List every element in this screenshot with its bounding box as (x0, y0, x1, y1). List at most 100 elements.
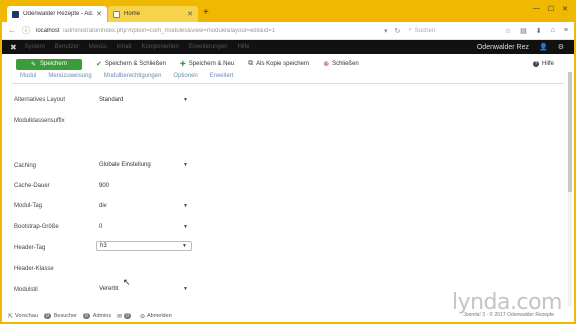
menu-help[interactable]: Hilfe (238, 44, 250, 50)
preview-link[interactable]: ⇱ Vorschau (8, 313, 38, 320)
save-new-label: Speichern & Neu (188, 61, 235, 67)
joomla-logo-icon[interactable]: ✖ (10, 43, 17, 52)
envelope-icon: ✉ (117, 313, 123, 320)
caret-down-icon: ▼ (183, 97, 188, 103)
admins-indicator: 0 Admins (83, 313, 111, 319)
caret-down-icon: ▼ (183, 162, 188, 168)
menu-components[interactable]: Komponenten (141, 44, 178, 50)
info-icon[interactable]: ⓘ (22, 25, 30, 36)
module-tag-select[interactable]: div ▼ (96, 201, 192, 211)
caret-down-icon: ▼ (183, 224, 188, 230)
save-copy-label: Als Kopie speichern (256, 61, 310, 67)
menu-users[interactable]: Benutzer (55, 44, 79, 50)
close-tab-icon[interactable]: ✕ (96, 10, 102, 18)
browser-tab-home[interactable]: Home ✕ (108, 6, 198, 22)
help-label: Hilfe (541, 61, 554, 67)
cache-time-label: Cache-Dauer (14, 183, 50, 189)
visitors-indicator: 0 Besucher (43, 313, 77, 319)
header-tag-select[interactable]: h3 ▼ (96, 241, 192, 251)
tab-advanced[interactable]: Erweitert (210, 73, 234, 83)
alt-layout-select[interactable]: Standard ▼ (96, 95, 192, 105)
module-style-label: Modulstil (14, 287, 38, 293)
caret-down-icon: ▼ (182, 243, 187, 249)
save-copy-button[interactable]: ⧉ Als Kopie speichern (248, 60, 309, 68)
url-tools: ▾ ↻ (384, 27, 400, 35)
minimize-icon[interactable]: — (533, 5, 540, 13)
gear-icon[interactable]: ⚙ (558, 43, 564, 51)
external-link-icon: ⇱ (8, 313, 14, 320)
new-tab-button[interactable]: + (203, 8, 209, 18)
window-controls: — ☐ ✕ (533, 5, 568, 13)
header-class-label: Header-Klasse (14, 266, 54, 272)
tab-menu-assignment[interactable]: Menüzuweisung (48, 73, 91, 83)
back-icon[interactable]: ← (8, 26, 16, 35)
module-style-select[interactable]: Vererbt ▼ (96, 284, 192, 294)
logout-link[interactable]: ⊖ Abmelden (140, 313, 172, 320)
mouse-cursor-icon: ↖ (123, 277, 131, 287)
url-field[interactable]: localhost /administrator/index.php?optio… (36, 28, 376, 34)
module-style-value: Vererbt (99, 286, 119, 292)
question-icon: ? (532, 61, 539, 67)
maximize-icon[interactable]: ☐ (548, 5, 554, 13)
bootstrap-size-value: 0 (99, 224, 103, 230)
browser-tab-active[interactable]: Odenwalder Rezepte - Ad... ✕ (7, 6, 107, 22)
header-tag-label: Header-Tag (14, 245, 46, 251)
cancel-icon: ⊗ (323, 61, 330, 68)
caching-value: Globale Einstellung (99, 162, 151, 168)
caching-select[interactable]: Globale Einstellung ▼ (96, 160, 192, 170)
save-close-button[interactable]: ✔ Speichern & Schließen (96, 60, 166, 68)
url-host: localhost (36, 27, 60, 34)
close-button[interactable]: ⊗ Schließen (323, 60, 359, 68)
menu-system[interactable]: System (25, 44, 45, 50)
admin-menu: System Benutzer Menüs Inhalt Komponenten… (25, 44, 250, 50)
plus-icon: ✚ (179, 61, 186, 68)
tab-module-permissions[interactable]: Modulberechtigungen (104, 73, 162, 83)
joomla-navbar: ✖ System Benutzer Menüs Inhalt Komponent… (2, 40, 574, 54)
search-input[interactable]: ⌕ Suchen (408, 26, 498, 36)
visitors-label: Besucher (53, 313, 77, 319)
page-favicon-icon (113, 10, 120, 18)
page-scrollbar[interactable] (568, 72, 572, 307)
header-tag-value: h3 (100, 243, 107, 249)
help-button[interactable]: ? Hilfe (532, 61, 554, 67)
scrollbar-thumb[interactable] (568, 72, 572, 192)
close-window-icon[interactable]: ✕ (562, 5, 568, 13)
download-icon[interactable]: ⬇ (536, 27, 542, 35)
site-name-link[interactable]: Odenwalder Rez (477, 44, 529, 51)
tab-module[interactable]: Modul (20, 73, 36, 83)
user-icon[interactable]: 👤 (539, 43, 548, 51)
messages-indicator[interactable]: ✉ 0 (117, 313, 134, 320)
module-tag-value: div (99, 203, 107, 209)
bootstrap-size-select[interactable]: 0 ▼ (96, 222, 192, 232)
reload-icon[interactable]: ↻ (395, 27, 401, 35)
visitors-count: 0 (43, 313, 51, 319)
logout-label: Abmelden (146, 313, 172, 319)
save-label: Speichern (40, 61, 68, 67)
caret-down-icon: ▼ (183, 203, 188, 209)
action-toolbar: ✎ Speichern ✔ Speichern & Schließen ✚ Sp… (2, 56, 574, 72)
cache-time-field[interactable]: 900 (99, 183, 109, 189)
admins-count: 0 (83, 313, 90, 319)
messages-count: 0 (124, 313, 131, 319)
lynda-watermark: lynda.com (451, 290, 563, 315)
menu-icon[interactable]: ≡ (564, 27, 568, 35)
url-path: /administrator/index.php?option=com_modu… (62, 27, 276, 34)
bootstrap-size-label: Bootstrap-Größe (14, 224, 59, 230)
reader-icon[interactable]: ▤ (520, 27, 527, 35)
home-icon[interactable]: ⌂ (551, 27, 555, 35)
save-new-button[interactable]: ✚ Speichern & Neu (180, 60, 234, 68)
module-suffix-label: Modulklassensuffix (14, 118, 65, 124)
menu-extensions[interactable]: Erweiterungen (189, 44, 228, 50)
browser-window: Odenwalder Rezepte - Ad... ✕ Home ✕ + — … (0, 0, 576, 324)
tab-options[interactable]: Optionen (173, 73, 197, 83)
admins-label: Admins (92, 313, 112, 319)
menu-menus[interactable]: Menüs (89, 44, 107, 50)
close-tab-icon[interactable]: ✕ (187, 10, 193, 18)
alt-layout-value: Standard (99, 97, 124, 103)
save-button[interactable]: ✎ Speichern (16, 58, 82, 70)
menu-content[interactable]: Inhalt (117, 44, 132, 50)
address-bar: ← ⓘ localhost /administrator/index.php?o… (2, 22, 574, 40)
star-icon[interactable]: ☆ (505, 27, 511, 35)
dropdown-icon[interactable]: ▾ (384, 27, 388, 35)
minus-icon: ⊖ (139, 313, 145, 320)
